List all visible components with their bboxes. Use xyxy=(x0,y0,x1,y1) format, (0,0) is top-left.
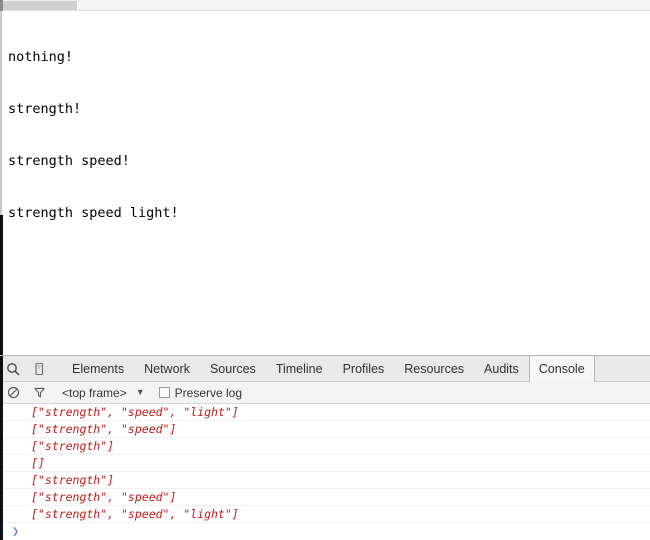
tab-sources[interactable]: Sources xyxy=(200,356,266,382)
tab-profiles[interactable]: Profiles xyxy=(333,356,395,382)
preserve-log-checkbox[interactable] xyxy=(158,387,170,398)
browser-window: nothing! strength! strength speed! stren… xyxy=(0,0,650,540)
preserve-log-label: Preserve log xyxy=(174,385,243,400)
filter-funnel-icon[interactable] xyxy=(26,383,52,403)
console-options-bar: <top frame> ▼ Preserve log xyxy=(0,382,650,404)
tab-label: Network xyxy=(144,361,190,376)
window-edge-upper xyxy=(0,11,2,215)
prompt-chevron-icon: ❯ xyxy=(12,524,20,538)
page-output-line: strength speed light! xyxy=(8,205,179,222)
preserve-log-toggle[interactable]: Preserve log xyxy=(158,385,243,400)
console-message[interactable]: ["strength"] xyxy=(0,438,650,455)
tab-label: Profiles xyxy=(342,361,385,376)
tab-label: Elements xyxy=(72,361,125,376)
page-output-line: strength! xyxy=(8,101,82,118)
tab-audits[interactable]: Audits xyxy=(474,356,529,382)
tab-console[interactable]: Console xyxy=(528,355,595,382)
tab-elements[interactable]: Elements xyxy=(62,356,134,382)
clear-console-icon[interactable] xyxy=(0,383,26,403)
page-output-line: strength speed! xyxy=(8,153,130,170)
tab-label: Resources xyxy=(404,361,465,376)
window-edge-top xyxy=(0,0,3,11)
tab-label: Sources xyxy=(209,361,256,376)
console-message[interactable]: ["strength"] xyxy=(0,472,650,489)
tab-label: Timeline xyxy=(275,361,323,376)
console-message[interactable]: ["strength", "speed"] xyxy=(0,489,650,506)
devtools-tabstrip: Elements Network Sources Timeline Profil… xyxy=(0,355,650,382)
devtools-tab-list: Elements Network Sources Timeline Profil… xyxy=(62,355,595,382)
console-message[interactable]: ["strength", "speed"] xyxy=(0,421,650,438)
console-message[interactable]: ["strength", "speed", "light"] xyxy=(0,506,650,523)
page-text-output: nothing! strength! strength speed! stren… xyxy=(8,14,650,258)
page-viewport: nothing! strength! strength speed! stren… xyxy=(0,0,650,355)
page-output-line: nothing! xyxy=(8,48,74,65)
chevron-down-icon: ▼ xyxy=(135,387,145,397)
window-edge-lower xyxy=(0,215,3,355)
frame-selector[interactable]: <top frame> ▼ xyxy=(62,386,145,400)
horizontal-scrollbar[interactable] xyxy=(0,0,650,11)
tab-resources[interactable]: Resources xyxy=(394,356,474,382)
console-message[interactable]: ["strength", "speed", "light"] xyxy=(0,404,650,421)
scrollbar-track[interactable] xyxy=(79,1,650,10)
frame-selector-value: <top frame> xyxy=(62,385,127,400)
tab-label: Console xyxy=(538,361,585,376)
device-toolbar-icon[interactable] xyxy=(26,357,52,381)
inspect-search-icon[interactable] xyxy=(0,357,26,381)
tab-label: Audits xyxy=(484,361,519,376)
scrollbar-thumb[interactable] xyxy=(0,1,78,10)
tab-timeline[interactable]: Timeline xyxy=(266,356,333,382)
console-message[interactable]: [] xyxy=(0,455,650,472)
devtools-left-edge xyxy=(0,356,3,540)
tab-network[interactable]: Network xyxy=(134,356,200,382)
console-input-prompt[interactable]: ❯ xyxy=(0,523,650,538)
devtools-panel: Elements Network Sources Timeline Profil… xyxy=(0,355,650,540)
console-message-list[interactable]: ["strength", "speed", "light"] ["strengt… xyxy=(0,404,650,538)
